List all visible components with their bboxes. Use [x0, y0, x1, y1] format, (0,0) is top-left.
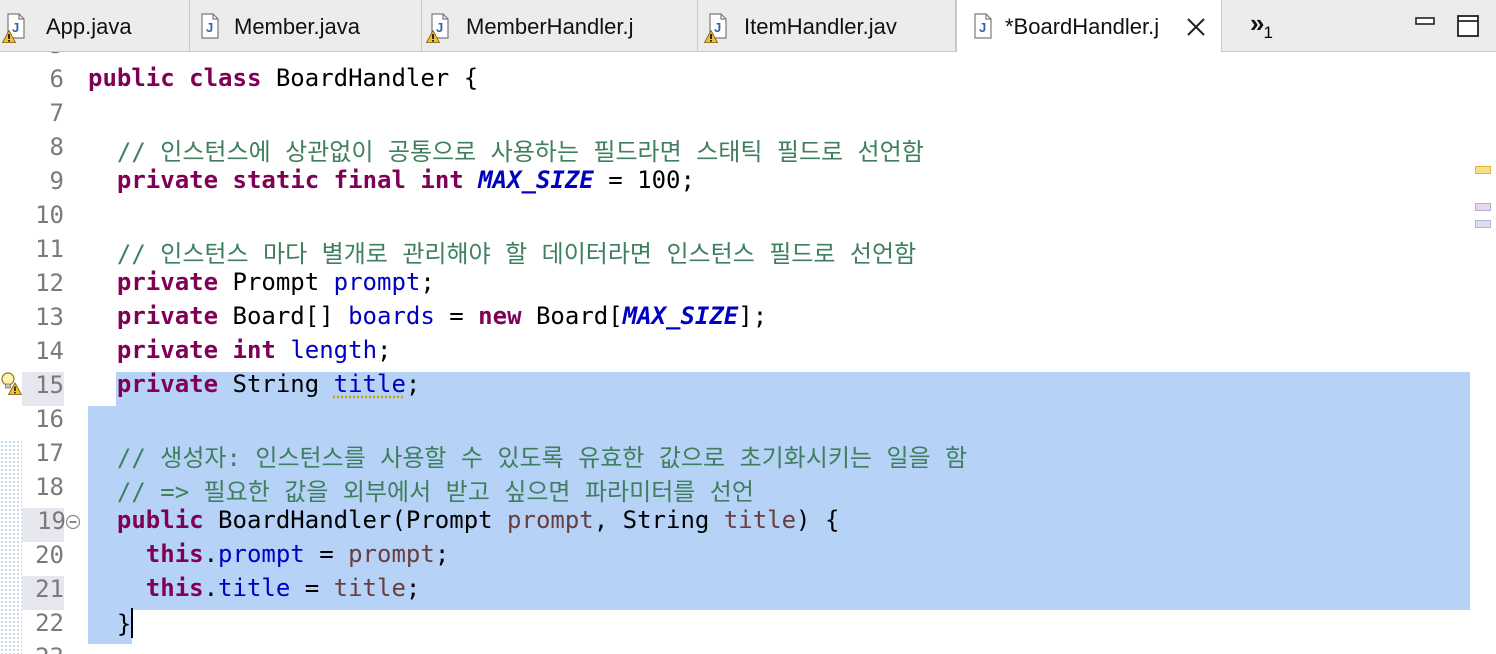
java-file-icon: J — [974, 13, 992, 39]
svg-text:J: J — [979, 20, 986, 35]
line-number: 8 — [49, 133, 64, 161]
tab-label: ItemHandler.jav — [744, 14, 897, 39]
tab-boardhandler-java[interactable]: J *BoardHandler.j — [956, 0, 1222, 53]
code-editor[interactable]: 5 6 public class BoardHandler { 7 8 // 인… — [0, 52, 1496, 654]
code-line: 11 // 인스턴스 마다 별개로 관리해야 할 데이터라면 인스턴스 필드로 … — [0, 232, 1496, 268]
tab-itemhandler-java[interactable]: J ItemHandler.jav — [698, 0, 956, 52]
line-number: 11 — [35, 235, 64, 263]
line-number: 6 — [49, 65, 64, 93]
code-line: 23 — [0, 640, 1496, 654]
code-text: private int length; — [116, 336, 392, 364]
line-number: 18 — [35, 473, 64, 501]
close-icon[interactable] — [1185, 16, 1207, 38]
code-line: 15 private String title; — [0, 368, 1496, 402]
overflow-count: 1 — [1263, 23, 1273, 42]
line-number: 7 — [49, 99, 64, 127]
code-comment: // 생성자: 인스턴스를 사용할 수 있도록 유효한 값으로 초기화시키는 일… — [88, 444, 968, 472]
tab-app-java[interactable]: J App.java — [0, 0, 190, 52]
minimize-icon[interactable] — [1414, 14, 1436, 36]
line-number: 10 — [35, 201, 64, 229]
editor-tab-bar: J App.java J Member.java J MemberHandler… — [0, 0, 1496, 53]
tab-label: App.java — [46, 14, 132, 39]
tab-overflow-button[interactable]: » 1 — [1250, 8, 1273, 42]
code-line: 21 this.title = title; — [0, 572, 1496, 606]
java-file-icon: J — [201, 13, 219, 39]
line-number: 22 — [35, 609, 64, 637]
line-number: 5 — [4, 52, 64, 59]
code-text: private Prompt prompt; — [116, 268, 435, 296]
text-caret — [131, 608, 134, 638]
tab-label: Member.java — [234, 14, 360, 39]
code-comment: // 인스턴스 마다 별개로 관리해야 할 데이터라면 인스턴스 필드로 선언함 — [88, 240, 917, 268]
warning-icon — [704, 30, 718, 43]
line-number: 13 — [35, 303, 64, 331]
code-comment: // => 필요한 값을 외부에서 받고 싶으면 파라미터를 선언 — [88, 478, 754, 506]
code-text: private static final int MAX_SIZE = 100; — [116, 166, 695, 194]
tab-label: MemberHandler.j — [466, 14, 634, 39]
tab-memberhandler-java[interactable]: J MemberHandler.j — [422, 0, 698, 52]
warning-icon — [2, 30, 16, 43]
overview-occurrence-marker[interactable] — [1475, 203, 1491, 211]
code-text: private Board[] boards = new Board[MAX_S… — [116, 302, 768, 330]
code-line: 10 — [0, 198, 1496, 232]
code-line: 19 public BoardHandler(Prompt prompt, St… — [0, 504, 1496, 538]
code-text: this.title = title; — [145, 574, 421, 602]
code-text: this.prompt = prompt; — [145, 540, 450, 568]
line-number: 17 — [35, 439, 64, 467]
code-line: 14 private int length; — [0, 334, 1496, 368]
code-line: 7 — [0, 96, 1496, 130]
code-line: 16 — [0, 402, 1496, 436]
tab-member-java[interactable]: J Member.java — [190, 0, 422, 52]
line-number: 9 — [49, 167, 64, 195]
code-line: 12 private Prompt prompt; — [0, 266, 1496, 300]
line-number: 21 — [35, 575, 64, 603]
code-line: 22 } — [0, 606, 1496, 640]
line-number: 23 — [4, 643, 64, 654]
code-line: 8 // 인스턴스에 상관없이 공통으로 사용하는 필드라면 스태틱 필드로 선… — [0, 130, 1496, 166]
code-text: private String title; — [116, 370, 421, 398]
code-line: 17 // 생성자: 인스턴스를 사용할 수 있도록 유효한 값으로 초기화시키… — [0, 436, 1496, 472]
chevron-double-icon: » — [1250, 8, 1265, 38]
svg-text:J: J — [206, 20, 213, 35]
collapse-icon[interactable] — [65, 514, 81, 530]
code-comment: // 인스턴스에 상관없이 공통으로 사용하는 필드라면 스태틱 필드로 선언함 — [88, 138, 924, 166]
overview-warning-marker[interactable] — [1475, 166, 1491, 174]
line-number: 14 — [35, 337, 64, 365]
line-number: 12 — [35, 269, 64, 297]
maximize-icon[interactable] — [1456, 14, 1480, 38]
tab-label: *BoardHandler.j — [1005, 14, 1160, 39]
line-number: 16 — [35, 405, 64, 433]
code-line: 5 — [0, 52, 1496, 62]
code-line: 13 private Board[] boards = new Board[MA… — [0, 300, 1496, 334]
code-line: 9 private static final int MAX_SIZE = 10… — [0, 164, 1496, 198]
code-line: 6 public class BoardHandler { — [0, 62, 1496, 96]
line-number: 20 — [35, 541, 64, 569]
code-text: } — [88, 608, 134, 638]
code-line: 18 // => 필요한 값을 외부에서 받고 싶으면 파라미터를 선언 — [0, 470, 1496, 506]
code-line: 20 this.prompt = prompt; — [0, 538, 1496, 572]
line-number: 15 — [35, 371, 64, 399]
warning-icon — [426, 30, 440, 43]
line-number: 19 — [37, 507, 66, 535]
code-text: public class BoardHandler { — [88, 64, 479, 92]
overview-occurrence-marker[interactable] — [1475, 220, 1491, 228]
code-text: public BoardHandler(Prompt prompt, Strin… — [116, 506, 840, 534]
